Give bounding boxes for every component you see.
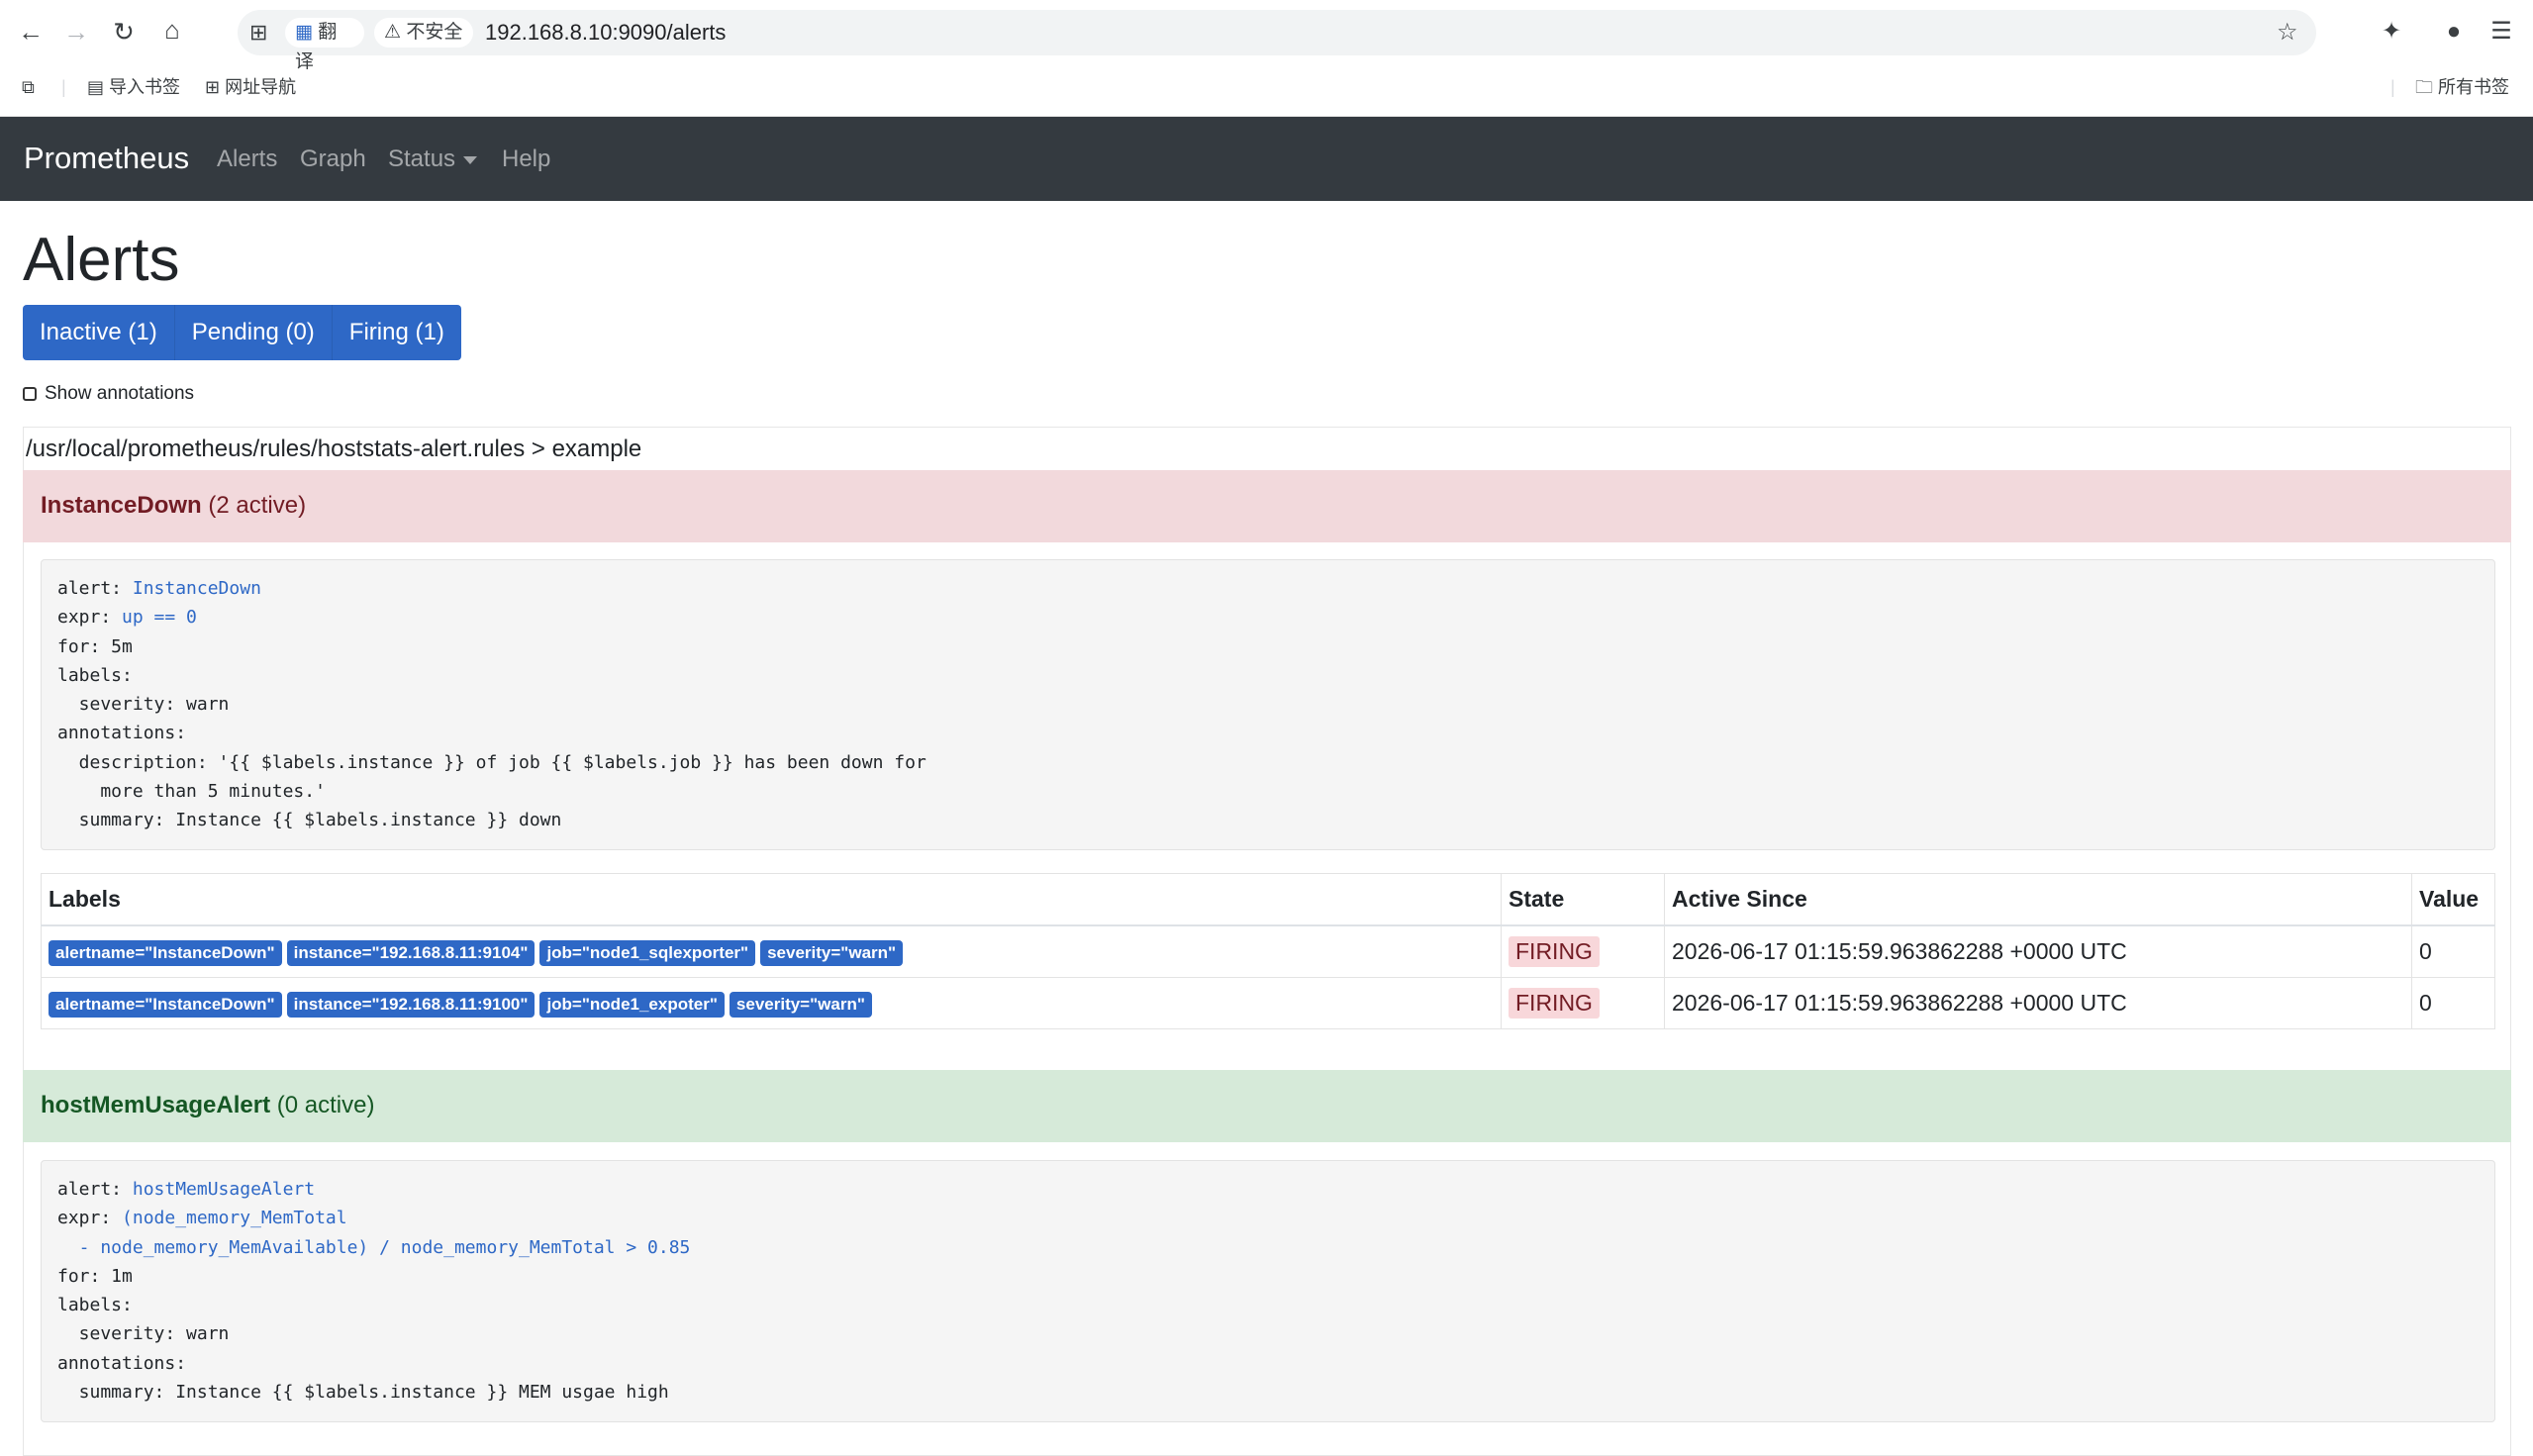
code-key: expr:	[57, 1208, 123, 1229]
active-since-cell: 2026-06-17 01:15:59.963862288 +0000 UTC	[1664, 977, 2412, 1029]
navbar: Prometheus Alerts Graph Status Help	[0, 117, 2533, 201]
rule-definition: alert: InstanceDown expr: up == 0 for: 5…	[41, 559, 2495, 850]
brand-link[interactable]: Prometheus	[24, 139, 189, 178]
label-badge: job="node1_sqlexporter"	[539, 940, 756, 966]
labels-cell: alertname="InstanceDown" instance="192.16…	[41, 977, 1502, 1029]
label-badge: alertname="InstanceDown"	[49, 940, 282, 966]
table-row: alertname="InstanceDown" instance="192.16…	[41, 977, 2495, 1029]
translate-icon: ▦	[295, 22, 313, 43]
forward-icon[interactable]: →	[59, 17, 93, 47]
label-badge: instance="192.168.8.11:9100"	[286, 992, 536, 1018]
col-value: Value	[2411, 873, 2495, 926]
rule-header-instancedown[interactable]: InstanceDown (2 active)	[23, 470, 2511, 542]
label-badge: alertname="InstanceDown"	[49, 992, 282, 1018]
page-title: Alerts	[23, 226, 180, 294]
extensions-icon[interactable]: ✦	[2375, 17, 2408, 47]
bookmark-nav[interactable]: ⊞ 网址导航	[205, 75, 296, 99]
filter-firing-button[interactable]: Firing (1)	[332, 305, 461, 360]
tab-search-icon[interactable]: ⧉	[22, 75, 35, 99]
address-bar[interactable]: ⊞ ▦ 翻译 ⚠ 不安全 192.168.8.10:9090/alerts ☆	[238, 10, 2316, 72]
nav-status-label: Status	[388, 146, 456, 172]
bookmark-import[interactable]: ▤ 导入书签	[87, 75, 180, 99]
active-since-cell: 2026-06-17 01:15:59.963862288 +0000 UTC	[1664, 924, 2412, 978]
code-body: for: 5m labels: severity: warn annotatio…	[57, 635, 926, 831]
all-bookmarks-label: 所有书签	[2438, 77, 2510, 97]
col-labels: Labels	[41, 873, 1502, 926]
alert-name-link[interactable]: InstanceDown	[133, 578, 261, 599]
insecure-label: 不安全	[406, 22, 463, 43]
rule-header-hostmemusagealert[interactable]: hostMemUsageAlert (0 active)	[23, 1070, 2511, 1142]
code-key: alert:	[57, 578, 133, 599]
state-cell: FIRING	[1501, 977, 1665, 1029]
star-icon[interactable]: ☆	[2277, 10, 2298, 55]
col-state: State	[1501, 873, 1665, 926]
expr-link[interactable]: (node_memory_MemTotal - node_memory_MemA…	[57, 1208, 691, 1257]
value-cell: 0	[2411, 977, 2495, 1029]
col-active-since: Active Since	[1664, 873, 2412, 926]
rule-active-count: (0 active)	[276, 1092, 375, 1118]
code-key: expr:	[57, 607, 123, 629]
document-icon: ▤	[87, 77, 105, 97]
value-cell: 0	[2411, 924, 2495, 978]
rule-active-count: (2 active)	[208, 492, 307, 519]
rule-group-header: /usr/local/prometheus/rules/hoststats-al…	[26, 436, 642, 462]
menu-icon[interactable]: ☰	[2484, 17, 2518, 47]
rule-definition: alert: hostMemUsageAlert expr: (node_mem…	[41, 1160, 2495, 1422]
state-badge: FIRING	[1509, 936, 1600, 967]
apps-grid-icon[interactable]: ⊞	[249, 10, 267, 55]
nav-status[interactable]: Status	[388, 143, 478, 176]
back-icon[interactable]: ←	[14, 17, 48, 47]
label-badge: severity="warn"	[760, 940, 904, 966]
bookmark-label: 导入书签	[109, 77, 181, 97]
folder-icon: 🗀	[2415, 77, 2433, 97]
label-badge: instance="192.168.8.11:9104"	[286, 940, 536, 966]
table-header-row: Labels State Active Since Value	[41, 873, 2495, 926]
alert-name-link[interactable]: hostMemUsageAlert	[133, 1179, 315, 1200]
show-annotations-checkbox[interactable]	[23, 386, 37, 401]
labels-cell: alertname="InstanceDown" instance="192.16…	[41, 924, 1502, 978]
state-badge: FIRING	[1509, 988, 1600, 1019]
show-annotations-row[interactable]: Show annotations	[23, 381, 194, 407]
label-badge: job="node1_expoter"	[539, 992, 725, 1018]
show-annotations-label: Show annotations	[45, 383, 195, 404]
bookmark-label: 网址导航	[225, 77, 297, 97]
nav-alerts[interactable]: Alerts	[217, 143, 277, 176]
bookmark-divider-right: |	[2390, 77, 2395, 97]
filter-button-group: Inactive (1) Pending (0) Firing (1)	[23, 305, 461, 360]
nav-graph[interactable]: Graph	[300, 143, 366, 176]
warning-icon: ⚠	[384, 22, 402, 43]
caret-down-icon	[463, 155, 478, 164]
grid-icon: ⊞	[205, 77, 221, 97]
browser-toolbar: ← → ↻ ⌂ ⊞ ▦ 翻译 ⚠ 不安全 192.168.8.10:9090/a…	[0, 0, 2533, 117]
filter-inactive-button[interactable]: Inactive (1)	[23, 305, 175, 360]
reload-icon[interactable]: ↻	[107, 17, 141, 47]
code-body: for: 1m labels: severity: warn annotatio…	[57, 1265, 669, 1404]
rule-title: InstanceDown (2 active)	[41, 490, 306, 522]
home-icon[interactable]: ⌂	[155, 15, 189, 45]
rule-name: hostMemUsageAlert	[41, 1092, 271, 1118]
nav-help[interactable]: Help	[502, 143, 550, 176]
rule-title: hostMemUsageAlert (0 active)	[41, 1090, 374, 1121]
filter-pending-button[interactable]: Pending (0)	[174, 305, 333, 360]
all-bookmarks[interactable]: 🗀 所有书签	[2415, 75, 2509, 99]
state-cell: FIRING	[1501, 924, 1665, 978]
translate-button[interactable]: ▦ 翻译	[285, 18, 364, 72]
url-text[interactable]: 192.168.8.10:9090/alerts	[485, 10, 726, 55]
security-indicator[interactable]: ⚠ 不安全	[374, 18, 473, 48]
label-badge: severity="warn"	[729, 992, 872, 1018]
alerts-table: Labels State Active Since Value alertnam…	[41, 873, 2495, 1029]
code-key: alert:	[57, 1179, 133, 1200]
rule-name: InstanceDown	[41, 492, 202, 519]
bookmark-divider: |	[61, 77, 66, 97]
expr-link[interactable]: up == 0	[122, 607, 197, 628]
avatar[interactable]: ●	[2437, 17, 2471, 47]
table-row: alertname="InstanceDown" instance="192.16…	[41, 924, 2495, 978]
